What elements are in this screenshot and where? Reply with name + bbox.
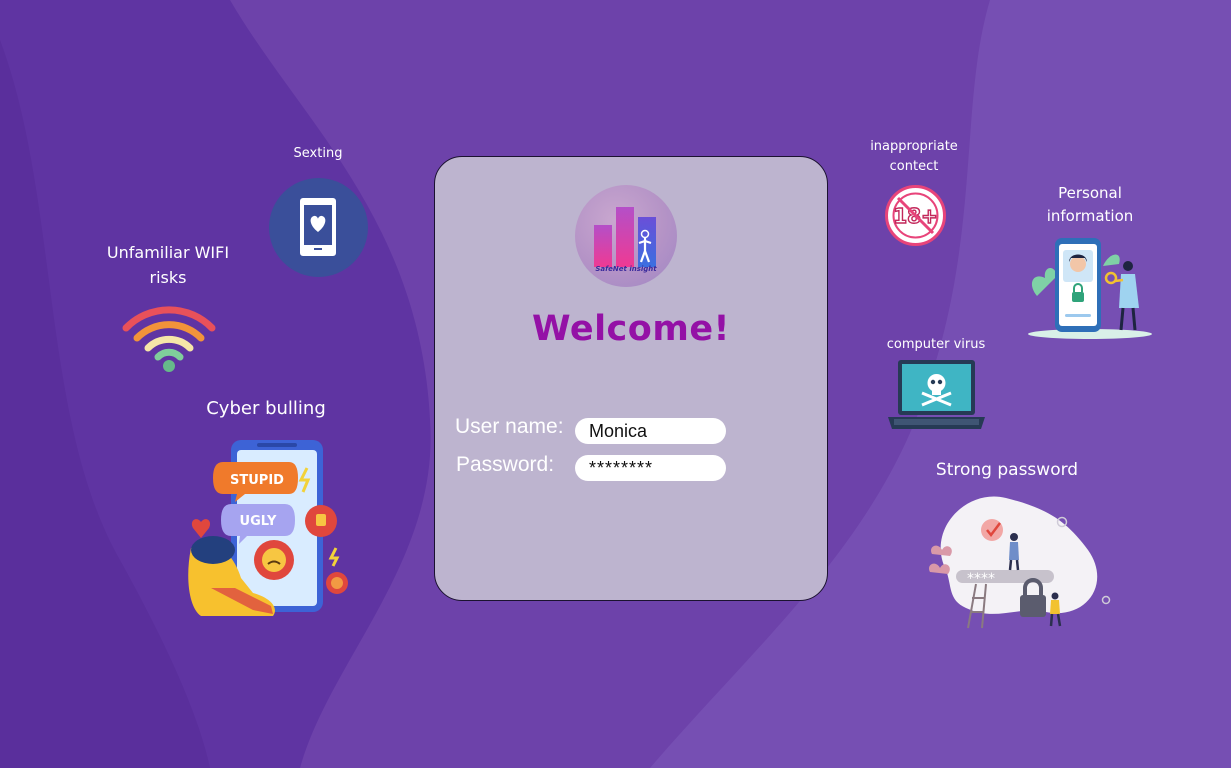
welcome-heading: Welcome! <box>531 309 731 349</box>
bubble-ugly-text: UGLY <box>240 514 277 529</box>
personal-information-illustration <box>1028 238 1152 339</box>
strong-password-illustration: **** <box>929 496 1111 629</box>
password-label: Password: <box>456 453 555 476</box>
age-restriction-icon: 18+ <box>885 185 946 246</box>
username-input[interactable] <box>575 418 726 444</box>
topic-label-inappropriate: inappropriate contect <box>854 137 974 177</box>
topic-label-cyberbullying: Cyber bulling <box>206 398 326 419</box>
personal-label-line1: Personal <box>1058 184 1122 202</box>
login-card: SafeNet insight Welcome! User name: Pass… <box>434 156 828 601</box>
topic-label-personal: Personal information <box>1030 182 1150 229</box>
topic-label-sexting: Sexting <box>293 146 343 161</box>
password-mask-text: **** <box>967 571 995 587</box>
safenet-logo: SafeNet insight <box>575 185 677 287</box>
username-label: User name: <box>455 415 564 438</box>
password-input[interactable] <box>575 455 726 481</box>
sexting-phone-icon <box>269 178 368 277</box>
inappropriate-label-line1: inappropriate <box>870 139 958 154</box>
topic-label-virus: computer virus <box>886 337 986 352</box>
inappropriate-label-line2: contect <box>889 159 939 175</box>
cyberbullying-illustration: STUPID UGLY <box>188 440 348 616</box>
topic-label-wifi: Unfamiliar WIFI risks <box>98 241 238 291</box>
personal-label-line2: information <box>1046 207 1134 226</box>
logo-text: SafeNet insight <box>595 265 657 273</box>
computer-virus-laptop-icon <box>888 360 985 429</box>
wifi-icon <box>122 306 216 372</box>
topic-label-strong-password: Strong password <box>935 460 1079 480</box>
wifi-label-line1: Unfamiliar WIFI <box>106 243 230 262</box>
bubble-stupid-text: STUPID <box>230 473 284 488</box>
wifi-label-line2: risks <box>149 267 187 287</box>
